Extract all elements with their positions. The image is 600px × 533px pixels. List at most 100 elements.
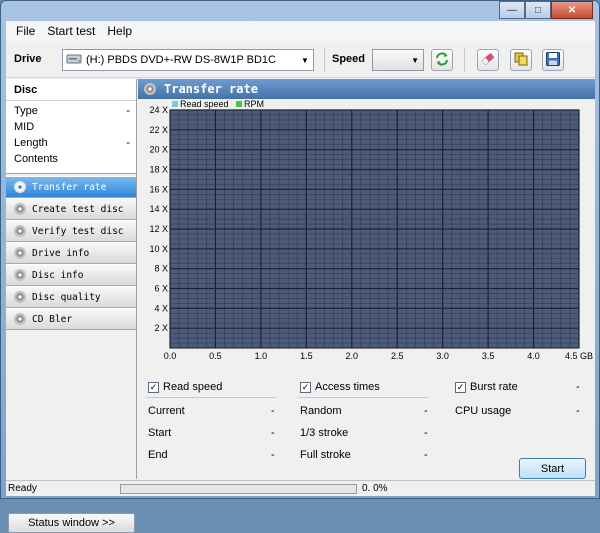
title-bar[interactable]: — □ ✕	[1, 1, 599, 21]
access-stat-random-label: Random	[300, 405, 342, 417]
menu-file[interactable]: File	[10, 24, 41, 38]
nav-item-label: Drive info	[32, 247, 90, 259]
x-tick-label: 1.0	[255, 351, 268, 361]
app-window: — □ ✕ File Start test Help Drive (H:) PB…	[0, 0, 600, 533]
access-times-checkbox[interactable]: ✓ Access times	[300, 381, 380, 393]
client-area: File Start test Help Drive (H:) PBDS DVD…	[6, 21, 595, 533]
disc-icon	[14, 269, 26, 281]
copy-icon	[513, 51, 529, 70]
x-tick-label: 3.5	[482, 351, 495, 361]
burst-rate-value: -	[576, 381, 580, 393]
x-tick-label: 0.5	[209, 351, 222, 361]
status-window-button[interactable]: Status window >>	[8, 513, 135, 533]
test-options: ✓ Read speed ✓ Access times ✓ Burst rate…	[138, 379, 595, 479]
drive-select[interactable]: (H:) PBDS DVD+-RW DS-8W1P BD1C ▼	[62, 49, 314, 71]
nav-item-verify-test-disc[interactable]: Verify test disc	[6, 220, 136, 242]
progress-percent: 0. 0%	[362, 483, 388, 494]
speed-select[interactable]: ▼	[372, 49, 424, 71]
speed-label: Speed	[332, 53, 366, 65]
nav-item-drive-info[interactable]: Drive info	[6, 242, 136, 264]
checkbox-label: Read speed	[163, 381, 223, 393]
menu-bar: File Start test Help	[6, 21, 595, 41]
disc-row-length: Length -	[6, 135, 136, 151]
y-tick-label: 8 X	[154, 264, 168, 274]
cpu-usage-value: -	[576, 405, 580, 417]
minimize-button[interactable]: —	[499, 1, 525, 19]
read-stat-current-label: Current	[148, 405, 185, 417]
main-panel: Transfer rate 0.0 0.5 1.0 1.5 2.0 2.5 3.0 3.5 4.…	[138, 79, 595, 479]
checkbox-label: Burst rate	[470, 381, 518, 393]
floppy-icon	[545, 51, 561, 70]
start-button[interactable]: Start	[519, 458, 586, 479]
nav-item-disc-quality[interactable]: Disc quality	[6, 286, 136, 308]
menu-start-test[interactable]: Start test	[41, 24, 101, 38]
nav-item-create-test-disc[interactable]: Create test disc	[6, 198, 136, 220]
x-tick-label: 2.0	[346, 351, 359, 361]
read-stat-end-value: -	[271, 449, 275, 461]
nav-item-label: Create test disc	[32, 203, 124, 215]
x-tick-label: 1.5	[300, 351, 313, 361]
y-tick-label: 22 X	[149, 125, 168, 135]
refresh-button[interactable]	[431, 49, 453, 71]
y-tick-label: 4 X	[154, 303, 168, 313]
access-stat-full-value: -	[424, 449, 428, 461]
chevron-down-icon: ▼	[411, 55, 419, 65]
disc-icon	[14, 291, 26, 303]
chevron-down-icon: ▼	[301, 55, 309, 65]
check-icon: ✓	[149, 381, 158, 392]
x-tick-label: 0.0	[164, 351, 177, 361]
disc-row-value: -	[126, 105, 130, 117]
read-stat-start-label: Start	[148, 427, 172, 439]
erase-button[interactable]	[477, 49, 499, 71]
nav-item-transfer-rate[interactable]: Transfer rate	[6, 176, 136, 198]
y-tick-label: 16 X	[149, 184, 168, 194]
checkbox-box: ✓	[148, 381, 159, 393]
disc-icon	[14, 181, 26, 193]
x-tick-label: 4.5 GB	[565, 351, 593, 361]
legend-swatch	[172, 101, 178, 107]
nav-item-label: Transfer rate	[32, 181, 107, 193]
drive-label: Drive	[14, 53, 42, 65]
y-tick-label: 20 X	[149, 145, 168, 155]
y-tick-label: 14 X	[149, 204, 168, 214]
save-button[interactable]	[542, 49, 564, 71]
transfer-rate-chart: 0.0 0.5 1.0 1.5 2.0 2.5 3.0 3.5 4.0 4.5 GB 2 X 4 X 6…	[138, 99, 595, 377]
access-stat-third-value: -	[424, 427, 428, 439]
x-tick-label: 3.0	[436, 351, 449, 361]
test-nav: Transfer rate Create test disc Verify te…	[6, 176, 136, 330]
drive-select-value: (H:) PBDS DVD+-RW DS-8W1P BD1C	[86, 54, 276, 66]
disc-icon	[14, 247, 26, 259]
nav-item-label: Disc info	[32, 269, 84, 281]
check-icon: ✓	[456, 381, 465, 392]
read-speed-checkbox[interactable]: ✓ Read speed	[148, 381, 222, 393]
close-button[interactable]: ✕	[551, 1, 593, 19]
disc-row-type: Type -	[6, 103, 136, 119]
disc-info-list: Type - MID Length - Contents	[6, 101, 136, 174]
disc-header: Disc	[6, 79, 136, 101]
maximize-button[interactable]: □	[525, 1, 551, 19]
disc-row-mid: MID	[6, 119, 136, 135]
window-controls: — □ ✕	[499, 1, 593, 19]
nav-item-disc-info[interactable]: Disc info	[6, 264, 136, 286]
disc-row-label: Length	[14, 137, 48, 149]
divider	[298, 397, 428, 398]
y-tick-label: 24 X	[149, 105, 168, 115]
checkbox-box: ✓	[300, 381, 311, 393]
legend-label: RPM	[244, 99, 264, 109]
legend-label: Read speed	[180, 99, 229, 109]
x-tick-label: 2.5	[391, 351, 404, 361]
burst-rate-checkbox[interactable]: ✓ Burst rate	[455, 381, 518, 393]
read-stat-current-value: -	[271, 405, 275, 417]
sidebar: Disc Type - MID Length - Contents Transfer…	[6, 79, 137, 533]
toolbar-separator	[464, 48, 465, 72]
nav-item-cd-bler[interactable]: CD Bler	[6, 308, 136, 330]
divider	[146, 397, 276, 398]
menu-help[interactable]: Help	[101, 24, 138, 38]
disc-row-label: Type	[14, 105, 38, 117]
chart-legend: Read speed RPM	[172, 99, 264, 109]
check-icon: ✓	[301, 381, 310, 392]
legend-swatch	[236, 101, 242, 107]
access-stat-random-value: -	[424, 405, 428, 417]
copy-button[interactable]	[510, 49, 532, 71]
chart-svg: 0.0 0.5 1.0 1.5 2.0 2.5 3.0 3.5 4.0 4.5 GB 2 X 4 X 6…	[149, 99, 593, 361]
